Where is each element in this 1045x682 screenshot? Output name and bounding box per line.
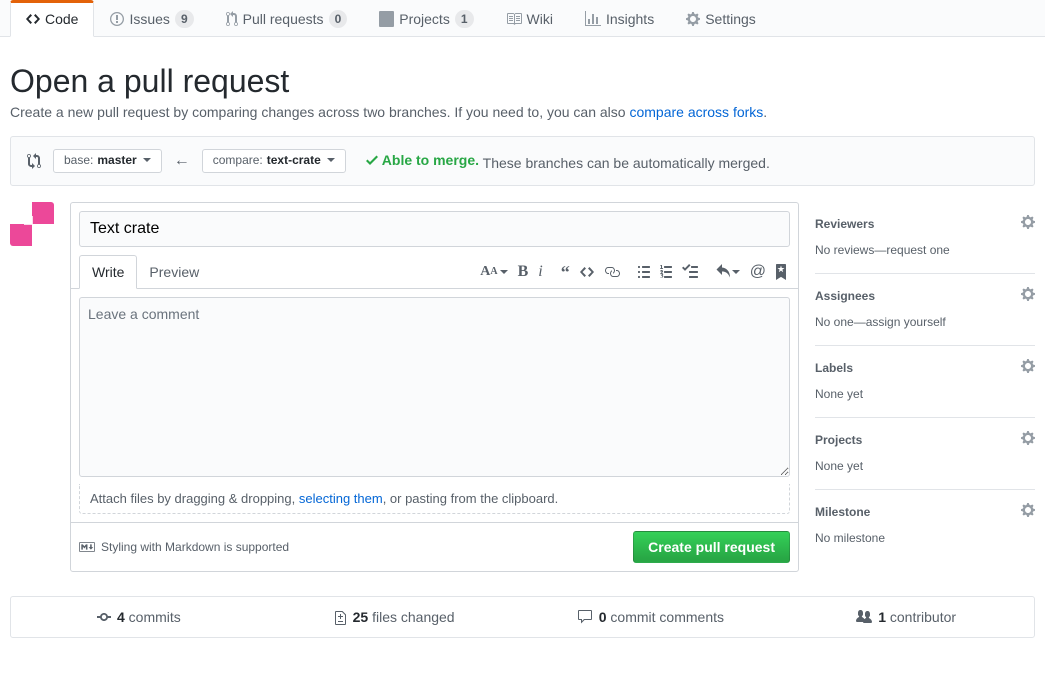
caret-down-icon [327, 158, 335, 162]
caret-down-icon [143, 158, 151, 162]
projects-icon [379, 11, 394, 27]
base-branch-select[interactable]: base: master [53, 149, 162, 173]
bold-tool[interactable]: B [518, 263, 529, 281]
comment-box: Write Preview AA B i “ [70, 202, 799, 572]
merge-description: These branches can be automatically merg… [483, 155, 770, 171]
create-pr-button[interactable]: Create pull request [633, 531, 790, 563]
merge-status: Able to merge. [366, 152, 479, 168]
ul-tool[interactable] [638, 264, 650, 280]
pulls-count: 0 [329, 10, 348, 28]
projects-body: None yet [815, 459, 1035, 473]
tab-insights-label: Insights [606, 11, 654, 27]
mention-tool[interactable]: @ [750, 263, 766, 281]
reviewers-body: No reviews—request one [815, 243, 1035, 257]
preview-tab[interactable]: Preview [137, 256, 211, 288]
stat-commits[interactable]: 4 commits [11, 597, 267, 637]
people-icon [856, 609, 872, 625]
quote-tool[interactable]: “ [561, 267, 570, 277]
markdown-icon [79, 541, 95, 553]
pr-icon [226, 11, 238, 27]
stat-files[interactable]: 25 files changed [267, 597, 523, 637]
code-icon [26, 11, 40, 27]
markdown-toolbar: AA B i “ [480, 263, 790, 281]
gear-icon[interactable] [1021, 430, 1035, 449]
milestone-body: No milestone [815, 531, 1035, 545]
sidebar-projects: Projects None yet [815, 418, 1035, 490]
avatar[interactable] [10, 202, 54, 246]
milestone-title: Milestone [815, 505, 870, 519]
comment-icon [577, 609, 593, 625]
page-title: Open a pull request [10, 63, 1035, 100]
projects-count: 1 [455, 10, 474, 28]
gear-icon[interactable] [1021, 286, 1035, 305]
attach-hint[interactable]: Attach files by dragging & dropping, sel… [79, 484, 790, 514]
tab-projects[interactable]: Projects 1 [363, 0, 489, 37]
text-size-tool[interactable]: AA [480, 264, 507, 280]
tab-wiki[interactable]: Wiki [490, 0, 569, 37]
graph-icon [585, 11, 601, 27]
sidebar-milestone: Milestone No milestone [815, 490, 1035, 561]
tab-pulls-label: Pull requests [243, 11, 324, 27]
tab-issues[interactable]: Issues 9 [94, 0, 209, 37]
markdown-hint[interactable]: Styling with Markdown is supported [79, 540, 289, 554]
tab-settings-label: Settings [705, 11, 756, 27]
assignees-body: No one—assign yourself [815, 315, 1035, 329]
sidebar-reviewers: Reviewers No reviews—request one [815, 202, 1035, 274]
select-files-link[interactable]: selecting them [299, 491, 383, 506]
arrow-left-icon: ← [174, 152, 190, 170]
tab-pull-requests[interactable]: Pull requests 0 [210, 0, 364, 37]
issues-count: 9 [175, 10, 194, 28]
sidebar: Reviewers No reviews—request one Assigne… [815, 202, 1035, 572]
tab-projects-label: Projects [399, 11, 450, 27]
compare-branch-select[interactable]: compare: text-crate [202, 149, 346, 173]
compare-icon [27, 153, 41, 169]
write-tab[interactable]: Write [79, 255, 137, 289]
code-tool[interactable] [580, 264, 594, 280]
tab-code-label: Code [45, 11, 78, 27]
gear-icon[interactable] [1021, 502, 1035, 521]
gear-icon[interactable] [1021, 214, 1035, 233]
issue-icon [110, 11, 124, 27]
reviewers-title: Reviewers [815, 217, 874, 231]
saved-reply-tool[interactable] [776, 264, 786, 280]
repo-tabs: Code Issues 9 Pull requests 0 Projects 1… [0, 0, 1045, 37]
sidebar-labels: Labels None yet [815, 346, 1035, 418]
ol-tool[interactable] [660, 264, 672, 280]
comment-textarea[interactable] [79, 297, 790, 477]
tab-insights[interactable]: Insights [569, 0, 670, 37]
assignees-title: Assignees [815, 289, 875, 303]
stat-contributors[interactable]: 1 contributor [778, 597, 1034, 637]
assign-yourself-link[interactable]: assign yourself [866, 315, 946, 329]
tab-code[interactable]: Code [10, 0, 94, 37]
labels-title: Labels [815, 361, 853, 375]
italic-tool[interactable]: i [538, 263, 542, 281]
editor-tabs: Write Preview AA B i “ [71, 255, 798, 289]
reply-tool[interactable] [716, 264, 740, 280]
commit-icon [97, 609, 111, 625]
tab-wiki-label: Wiki [527, 11, 553, 27]
stat-comments[interactable]: 0 commit comments [523, 597, 779, 637]
compare-forks-link[interactable]: compare across forks [629, 104, 763, 120]
tab-settings[interactable]: Settings [670, 0, 772, 37]
tasklist-tool[interactable] [682, 264, 698, 280]
projects-title: Projects [815, 433, 862, 447]
diff-icon [335, 609, 347, 625]
check-icon [366, 152, 378, 168]
gear-icon[interactable] [1021, 358, 1035, 377]
pr-title-input[interactable] [79, 211, 790, 247]
labels-body: None yet [815, 387, 1035, 401]
tab-issues-label: Issues [129, 11, 169, 27]
page-subtitle: Create a new pull request by comparing c… [10, 104, 1035, 120]
range-editor: base: master ← compare: text-crate Able … [10, 136, 1035, 186]
pr-stats: 4 commits 25 files changed 0 commit comm… [10, 596, 1035, 638]
gear-icon [686, 11, 700, 27]
link-tool[interactable] [604, 264, 620, 280]
sidebar-assignees: Assignees No one—assign yourself [815, 274, 1035, 346]
book-icon [506, 11, 522, 27]
